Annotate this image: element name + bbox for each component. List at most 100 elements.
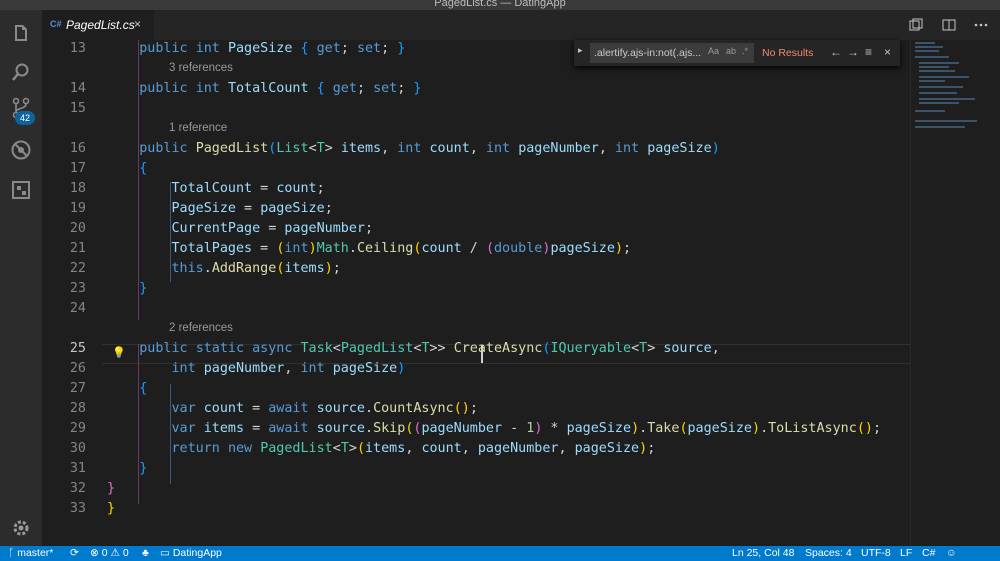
code-text: public int PageSize { get; set; } <box>139 41 406 56</box>
branch-indicator[interactable]: ᚴ master* <box>8 547 53 559</box>
minimap[interactable] <box>910 40 1000 546</box>
minimap-line <box>919 62 959 64</box>
window-title: PagedList.cs — DatingApp <box>434 0 566 9</box>
line-number: 18 <box>69 181 86 196</box>
debug-icon[interactable] <box>9 138 33 162</box>
tab-pagedlist[interactable]: C# PagedList.cs × <box>42 10 154 40</box>
line-number: 20 <box>69 221 86 236</box>
match-word-icon[interactable]: ab <box>726 46 736 56</box>
sync-icon[interactable]: ⟳ <box>70 547 79 559</box>
scm-badge: 42 <box>15 111 35 125</box>
code-line[interactable]: 26 int pageNumber, int pageSize) <box>42 359 910 379</box>
omnisharp-icon[interactable]: ♣ <box>142 547 149 559</box>
end-of-line[interactable]: LF <box>900 547 912 559</box>
code-line[interactable]: 30 return new PagedList<T>(items, count,… <box>42 439 910 459</box>
code-line[interactable]: 24 <box>42 299 910 319</box>
problems-indicator[interactable]: ⊗ 0 ⚠ 0 <box>90 547 129 559</box>
code-text: var items = await source.Skip((pageNumbe… <box>171 421 882 436</box>
line-number: 21 <box>69 241 86 256</box>
code-line[interactable]: 25 public static async Task<PagedList<T>… <box>42 339 910 359</box>
extensions-icon[interactable] <box>9 178 33 202</box>
code-line[interactable]: 28 var count = await source.CountAsync()… <box>42 399 910 419</box>
minimap-line <box>915 50 939 52</box>
line-number: 16 <box>69 141 86 156</box>
find-result-status: No Results <box>762 47 814 59</box>
code-text: public int TotalCount { get; set; } <box>139 81 422 96</box>
code-line[interactable]: 18 TotalCount = count; <box>42 179 910 199</box>
search-icon[interactable] <box>9 60 33 84</box>
code-editor[interactable]: 💡 13 public int PageSize { get; set; } 3 … <box>42 40 910 546</box>
code-line[interactable]: 23 } <box>42 279 910 299</box>
code-text: } <box>139 461 148 476</box>
project-name: DatingApp <box>172 547 222 559</box>
code-line[interactable]: 31 } <box>42 459 910 479</box>
minimap-line <box>919 70 955 72</box>
warning-count: 0 <box>122 547 129 559</box>
code-line[interactable]: 14 public int TotalCount { get; set; } <box>42 79 910 99</box>
line-number: 30 <box>69 441 86 456</box>
minimap-line <box>915 120 977 122</box>
match-case-icon[interactable]: Aa <box>708 46 719 56</box>
line-number: 23 <box>69 281 86 296</box>
code-line[interactable]: 16 public PagedList(List<T> items, int c… <box>42 139 910 159</box>
minimap-line <box>919 66 949 68</box>
files-icon[interactable] <box>9 22 33 46</box>
close-find-icon[interactable]: × <box>884 45 891 59</box>
codelens-references[interactable]: 2 references <box>169 322 233 334</box>
feedback-icon[interactable]: ☺ <box>946 547 957 559</box>
error-count: 0 <box>101 547 108 559</box>
code-line[interactable]: 20 CurrentPage = pageNumber; <box>42 219 910 239</box>
code-line[interactable]: 21 TotalPages = (int)Math.Ceiling(count … <box>42 239 910 259</box>
title-bar: PagedList.cs — DatingApp <box>0 0 1000 10</box>
line-number: 24 <box>69 301 86 316</box>
line-number: 33 <box>69 501 86 516</box>
line-number: 27 <box>69 381 86 396</box>
minimap-line <box>919 86 963 88</box>
code-text: } <box>107 481 116 496</box>
minimap-line <box>915 46 943 48</box>
project-selector[interactable]: ▭ DatingApp <box>160 547 222 559</box>
code-line[interactable]: 27 { <box>42 379 910 399</box>
cursor-position[interactable]: Ln 25, Col 48 <box>732 547 794 559</box>
code-text: { <box>139 381 148 396</box>
find-widget: ▸ .alertify.ajs-in:not(.ajs... Aa ab .* … <box>574 40 900 66</box>
codelens-references[interactable]: 3 references <box>169 62 233 74</box>
code-text: { <box>139 161 148 176</box>
code-line[interactable]: 19 PageSize = pageSize; <box>42 199 910 219</box>
codelens-references[interactable]: 1 reference <box>169 122 227 134</box>
tab-label: PagedList.cs <box>66 18 135 32</box>
code-text: int pageNumber, int pageSize) <box>171 361 406 376</box>
code-line[interactable]: 32} <box>42 479 910 499</box>
settings-gear-icon[interactable] <box>9 516 33 540</box>
code-text: TotalCount = count; <box>171 181 325 196</box>
close-tab-icon[interactable]: × <box>134 17 141 31</box>
split-editor-icon[interactable] <box>942 18 956 32</box>
minimap-line <box>915 110 945 112</box>
line-number: 22 <box>69 261 86 276</box>
line-number: 32 <box>69 481 86 496</box>
code-line[interactable]: 22 this.AddRange(items); <box>42 259 910 279</box>
toggle-replace-icon[interactable]: ▸ <box>578 45 583 56</box>
indentation[interactable]: Spaces: 4 <box>805 547 852 559</box>
minimap-line <box>919 92 957 94</box>
regex-icon[interactable]: .* <box>742 46 748 56</box>
code-text: } <box>139 281 148 296</box>
next-match-icon[interactable]: → <box>847 45 859 59</box>
code-text: public static async Task<PagedList<T>> C… <box>139 341 720 356</box>
line-number: 15 <box>69 101 86 116</box>
more-actions-icon[interactable] <box>974 18 988 32</box>
line-number: 31 <box>69 461 86 476</box>
minimap-line <box>919 76 969 78</box>
csharp-file-icon: C# <box>50 19 62 29</box>
code-line[interactable]: 29 var items = await source.Skip((pageNu… <box>42 419 910 439</box>
code-line[interactable]: 15 <box>42 99 910 119</box>
code-line[interactable]: 17 { <box>42 159 910 179</box>
code-text: PageSize = pageSize; <box>171 201 333 216</box>
code-line[interactable]: 33} <box>42 499 910 519</box>
line-number: 19 <box>69 201 86 216</box>
previous-match-icon[interactable]: ← <box>830 45 842 59</box>
encoding[interactable]: UTF-8 <box>861 547 891 559</box>
open-changes-icon[interactable] <box>909 18 923 32</box>
language-mode[interactable]: C# <box>922 547 935 559</box>
find-in-selection-icon[interactable]: ≡ <box>865 45 872 59</box>
